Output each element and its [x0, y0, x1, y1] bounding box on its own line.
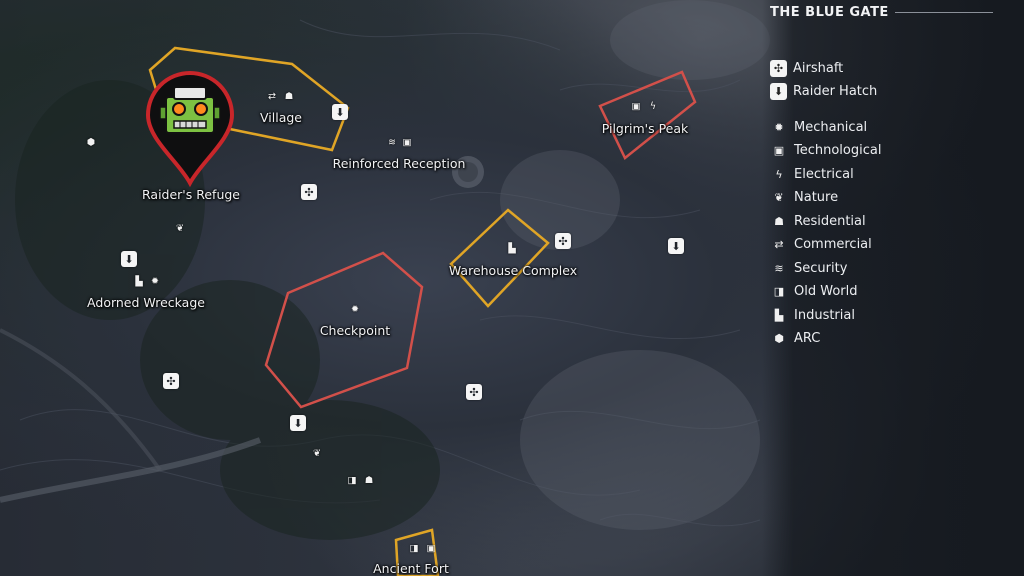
legend-item-label: Old World — [794, 283, 858, 299]
airshaft-icon: ✣ — [770, 59, 787, 77]
exchange-icon: ⇄ — [774, 237, 784, 251]
legend-item-label: Raider Hatch — [793, 83, 878, 99]
airshaft-icon[interactable]: ✣ — [466, 384, 482, 400]
adorned-wreckage-label[interactable]: Adorned Wreckage — [87, 295, 205, 310]
leaf-icon: ❦ — [774, 190, 784, 204]
raiders-refuge-pin[interactable] — [144, 69, 236, 187]
exchange-icon: ⇄ — [268, 91, 276, 103]
title-divider — [895, 12, 993, 13]
raiders-refuge-label[interactable]: Raider's Refuge — [142, 187, 240, 202]
legend-item-residential[interactable]: ☗ Residential — [770, 212, 866, 230]
person-icon: ☗ — [774, 214, 784, 228]
legend-item-technological[interactable]: ▣ Technological — [770, 141, 882, 159]
arc-icon: ⬢ — [86, 137, 96, 149]
book-icon: ◨ — [347, 475, 357, 487]
book-icon: ◨ — [409, 543, 419, 555]
gear-icon: ✹ — [774, 120, 784, 134]
lightning-icon: ϟ — [649, 101, 657, 113]
gear-icon: ✹ — [151, 276, 159, 288]
leaf-icon: ❦ — [313, 448, 321, 460]
legend-item-label: Technological — [794, 142, 882, 158]
legend-item-label: Mechanical — [794, 119, 868, 135]
legend-item-label: Industrial — [794, 307, 855, 323]
factory-icon: ▙ — [774, 308, 784, 322]
legend-item-arc[interactable]: ⬢ ARC — [770, 329, 820, 347]
ancient-fort-label[interactable]: Ancient Fort — [373, 561, 449, 576]
legend-item-industrial[interactable]: ▙ Industrial — [770, 306, 855, 324]
legend-item-old-world[interactable]: ◨ Old World — [770, 282, 858, 300]
person-icon: ☗ — [284, 91, 294, 103]
map-title: THE BLUE GATE — [770, 5, 889, 20]
shield-stack-icon: ≋ — [388, 137, 396, 149]
legend-item-commercial[interactable]: ⇄ Commercial — [770, 235, 872, 253]
legend-item-raider-hatch[interactable]: ⬇ Raider Hatch — [770, 82, 877, 100]
legend-item-security[interactable]: ≋ Security — [770, 259, 847, 277]
shield-stack-icon: ≋ — [774, 261, 784, 275]
raider-hatch-icon: ⬇ — [770, 82, 787, 100]
legend-item-label: Airshaft — [793, 60, 844, 76]
raider-hatch-icon[interactable]: ⬇ — [668, 238, 684, 254]
factory-icon: ▙ — [508, 243, 516, 255]
chip-icon: ▣ — [426, 543, 436, 555]
airshaft-icon[interactable]: ✣ — [555, 233, 571, 249]
village-label[interactable]: Village — [260, 110, 302, 125]
warehouse-complex-label[interactable]: Warehouse Complex — [449, 263, 577, 278]
legend-item-mechanical[interactable]: ✹ Mechanical — [770, 118, 867, 136]
gear-icon: ✹ — [351, 304, 359, 316]
leaf-icon: ❦ — [176, 223, 184, 235]
reinforced-reception-label[interactable]: Reinforced Reception — [333, 156, 466, 171]
checkpoint-label[interactable]: Checkpoint — [320, 323, 390, 338]
factory-icon: ▙ — [135, 276, 143, 288]
airshaft-icon[interactable]: ✣ — [163, 373, 179, 389]
legend-item-label: Residential — [794, 213, 866, 229]
legend-item-label: Nature — [794, 189, 839, 205]
chip-icon: ▣ — [402, 137, 412, 149]
legend-item-label: ARC — [794, 330, 821, 346]
airshaft-icon[interactable]: ✣ — [301, 184, 317, 200]
legend-item-electrical[interactable]: ϟ Electrical — [770, 165, 854, 183]
legend-item-airshaft[interactable]: ✣ Airshaft — [770, 59, 843, 77]
chip-icon: ▣ — [631, 101, 641, 113]
arc-icon: ⬢ — [774, 331, 784, 345]
legend-item-label: Electrical — [794, 166, 854, 182]
raider-hatch-icon[interactable]: ⬇ — [332, 104, 348, 120]
raider-hatch-icon[interactable]: ⬇ — [290, 415, 306, 431]
raider-hatch-icon[interactable]: ⬇ — [121, 251, 137, 267]
person-icon: ☗ — [364, 475, 374, 487]
legend-item-nature[interactable]: ❦ Nature — [770, 188, 838, 206]
chip-icon: ▣ — [773, 143, 785, 157]
lightning-icon: ϟ — [775, 167, 783, 181]
book-icon: ◨ — [773, 284, 785, 298]
legend-item-label: Security — [794, 260, 848, 276]
pilgrims-peak-label[interactable]: Pilgrim's Peak — [602, 121, 689, 136]
legend-item-label: Commercial — [794, 236, 872, 252]
